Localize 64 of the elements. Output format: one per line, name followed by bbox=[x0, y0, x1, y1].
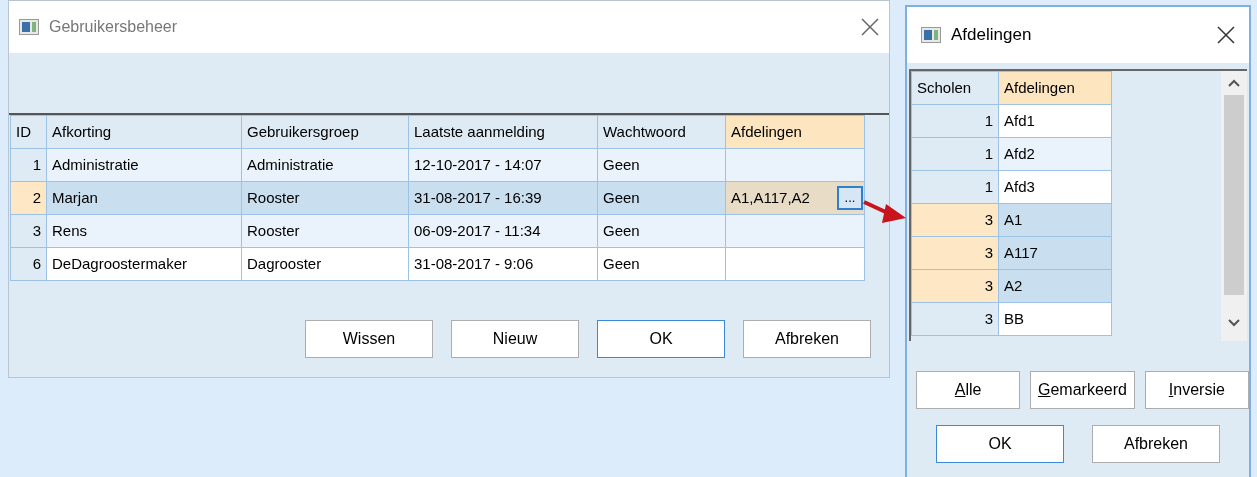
close-icon[interactable] bbox=[861, 18, 879, 36]
window-icon bbox=[921, 27, 941, 43]
scroll-down-icon[interactable] bbox=[1228, 319, 1240, 327]
dialog-button[interactable]: OK bbox=[597, 320, 725, 358]
window-title: Afdelingen bbox=[951, 24, 1032, 47]
table-cell: Administratie bbox=[46, 148, 242, 182]
table-cell: 12-10-2017 - 14:07 bbox=[408, 148, 598, 182]
table-cell: 3 bbox=[10, 214, 47, 248]
table-cell: 3 bbox=[911, 302, 999, 336]
table-cell: 2 bbox=[10, 181, 47, 215]
table-cell: Geen bbox=[597, 181, 726, 215]
table-cell: BB bbox=[998, 302, 1112, 336]
table-cell: A117 bbox=[998, 236, 1112, 270]
table-cell: A1,A117,A2 ... bbox=[725, 181, 865, 215]
scroll-up-icon[interactable] bbox=[1228, 79, 1240, 87]
table-cell: 1 bbox=[911, 137, 999, 171]
table-cell: Administratie bbox=[241, 148, 409, 182]
dialog-button[interactable]: Nieuw bbox=[451, 320, 579, 358]
window-title: Gebruikersbeheer bbox=[49, 17, 178, 37]
table-cell: 1 bbox=[911, 170, 999, 204]
table-cell: 3 bbox=[911, 236, 999, 270]
table-cell: Rens bbox=[46, 214, 242, 248]
column-header[interactable]: Gebruikersgroep bbox=[241, 115, 409, 149]
scrollbar[interactable] bbox=[1221, 71, 1247, 341]
column-header[interactable]: Afdelingen bbox=[725, 115, 865, 149]
table-cell: A1 bbox=[998, 203, 1112, 237]
table-cell: DeDagroostermaker bbox=[46, 247, 242, 281]
table-cell: Geen bbox=[597, 214, 726, 248]
column-header[interactable]: ID bbox=[10, 115, 47, 149]
table-cell: 3 bbox=[911, 269, 999, 303]
dialog-button[interactable]: Gemarkeerd bbox=[1030, 371, 1135, 409]
column-header[interactable]: Laatste aanmelding bbox=[408, 115, 598, 149]
table-cell: Afd1 bbox=[998, 104, 1112, 138]
table-cell: Rooster bbox=[241, 181, 409, 215]
table-cell: Afd3 bbox=[998, 170, 1112, 204]
table-cell: 31-08-2017 - 9:06 bbox=[408, 247, 598, 281]
dialog-button[interactable]: OK bbox=[936, 425, 1064, 463]
column-header[interactable]: Scholen bbox=[911, 71, 999, 105]
column-header[interactable]: Afkorting bbox=[46, 115, 242, 149]
table-cell: 1 bbox=[10, 148, 47, 182]
close-icon[interactable] bbox=[1217, 26, 1235, 44]
table-cell: Geen bbox=[597, 148, 726, 182]
table-cell: A2 bbox=[998, 269, 1112, 303]
dialog-button[interactable]: Afbreken bbox=[743, 320, 871, 358]
dialog-button[interactable]: Alle bbox=[916, 371, 1021, 409]
window-icon bbox=[19, 19, 39, 35]
table-cell: 6 bbox=[10, 247, 47, 281]
table-cell: 06-09-2017 - 11:34 bbox=[408, 214, 598, 248]
dialog-button[interactable]: Inversie bbox=[1144, 371, 1249, 409]
column-header[interactable]: Afdelingen bbox=[998, 71, 1112, 105]
column-header[interactable]: Wachtwoord bbox=[597, 115, 726, 149]
table-cell: 3 bbox=[911, 203, 999, 237]
table-cell: Afd2 bbox=[998, 137, 1112, 171]
table-cell: Dagrooster bbox=[241, 247, 409, 281]
ellipsis-button[interactable]: ... bbox=[837, 186, 863, 210]
dialog-button[interactable]: Afbreken bbox=[1092, 425, 1220, 463]
pointer-arrow bbox=[862, 198, 908, 226]
table-cell: Geen bbox=[597, 247, 726, 281]
table-cell: 1 bbox=[911, 104, 999, 138]
table-cell: 31-08-2017 - 16:39 bbox=[408, 181, 598, 215]
scrollbar-thumb[interactable] bbox=[1224, 95, 1244, 295]
table-cell: Rooster bbox=[241, 214, 409, 248]
table-cell: Marjan bbox=[46, 181, 242, 215]
dialog-button[interactable]: Wissen bbox=[305, 320, 433, 358]
